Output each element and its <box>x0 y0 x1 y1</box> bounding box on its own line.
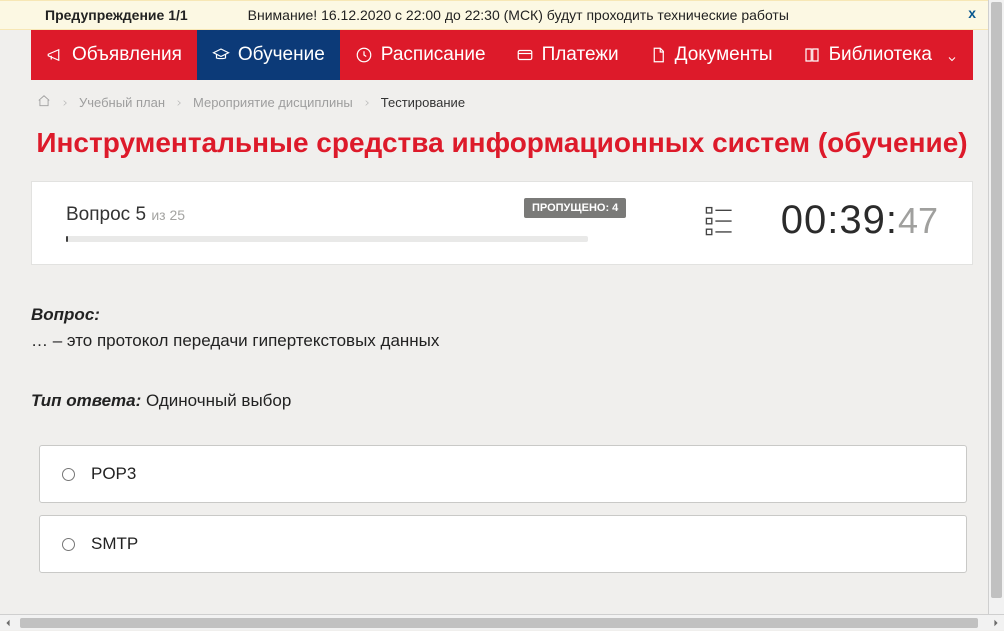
timer-main: 00:39: <box>781 198 898 243</box>
horizontal-scrollbar[interactable] <box>0 614 1004 630</box>
nav-documents[interactable]: Документы <box>634 30 788 80</box>
question-word: Вопрос <box>66 204 130 225</box>
warning-label: Предупреждение 1/1 <box>0 7 188 23</box>
countdown-timer: 00:39:47 <box>781 198 938 243</box>
answer-type-row: Тип ответа: Одиночный выбор <box>31 391 973 411</box>
question-number: 5 <box>135 204 146 225</box>
chevron-right-icon <box>175 97 183 109</box>
chevron-right-icon <box>363 97 371 109</box>
clock-icon <box>355 46 373 64</box>
question-list-button[interactable] <box>704 204 734 245</box>
option-text: POP3 <box>91 464 136 484</box>
answer-type-value: Одиночный выбор <box>146 391 291 410</box>
breadcrumb: Учебный план Мероприятие дисциплины Тест… <box>31 80 973 121</box>
answer-type-label: Тип ответа: <box>31 391 141 410</box>
breadcrumb-link-plan[interactable]: Учебный план <box>79 95 165 110</box>
breadcrumb-current: Тестирование <box>381 95 465 110</box>
progress-fill <box>66 236 68 242</box>
answer-option[interactable]: POP3 <box>39 445 967 503</box>
option-radio[interactable] <box>62 468 75 481</box>
home-icon[interactable] <box>37 94 51 111</box>
chevron-right-icon <box>61 97 69 109</box>
nav-label: Документы <box>675 44 773 66</box>
question-body: Вопрос: … – это протокол передачи гиперт… <box>31 305 973 573</box>
warning-close-button[interactable]: x <box>968 5 976 21</box>
nav-schedule[interactable]: Расписание <box>340 30 501 80</box>
graduation-cap-icon <box>212 46 230 64</box>
document-icon <box>649 46 667 64</box>
page-title: Инструментальные средства информационных… <box>31 127 973 159</box>
nav-label: Библиотека <box>829 44 932 66</box>
nav-label: Обучение <box>238 44 325 66</box>
option-text: SMTP <box>91 534 138 554</box>
nav-announcements[interactable]: Объявления <box>31 30 197 80</box>
nav-label: Платежи <box>542 44 619 66</box>
option-radio[interactable] <box>62 538 75 551</box>
answer-options: POP3 SMTP <box>39 445 967 573</box>
nav-learning[interactable]: Обучение <box>197 30 340 80</box>
book-icon <box>803 46 821 64</box>
warning-message: Внимание! 16.12.2020 с 22:00 до 22:30 (М… <box>188 7 789 23</box>
main-nav: Объявления Обучение Расписание Платежи Д… <box>31 30 973 80</box>
megaphone-icon <box>46 46 64 64</box>
question-text: … – это протокол передачи гипертекстовых… <box>31 331 973 351</box>
question-counter: Вопрос 5 из 25 <box>66 204 596 226</box>
answer-option[interactable]: SMTP <box>39 515 967 573</box>
question-total: 25 <box>169 207 185 223</box>
timer-seconds: 47 <box>898 200 938 242</box>
progress-bar <box>66 236 588 242</box>
of-word: из <box>151 207 165 223</box>
scroll-track[interactable] <box>16 616 988 630</box>
scroll-thumb[interactable] <box>991 2 1002 598</box>
nav-payments[interactable]: Платежи <box>501 30 634 80</box>
question-label: Вопрос: <box>31 305 973 325</box>
breadcrumb-link-event[interactable]: Мероприятие дисциплины <box>193 95 353 110</box>
warning-bar: Предупреждение 1/1 Внимание! 16.12.2020 … <box>0 0 1004 30</box>
scroll-right-arrow[interactable] <box>988 615 1004 631</box>
nav-label: Объявления <box>72 44 182 66</box>
scroll-left-arrow[interactable] <box>0 615 16 631</box>
skipped-badge: ПРОПУЩЕНО: 4 <box>524 198 626 218</box>
status-card: Вопрос 5 из 25 ПРОПУЩЕНО: 4 <box>31 181 973 265</box>
scroll-thumb[interactable] <box>20 618 978 628</box>
nav-label: Расписание <box>381 44 486 66</box>
nav-library[interactable]: Библиотека <box>788 30 973 80</box>
card-icon <box>516 46 534 64</box>
chevron-down-icon <box>946 49 958 61</box>
vertical-scrollbar[interactable] <box>988 0 1004 614</box>
